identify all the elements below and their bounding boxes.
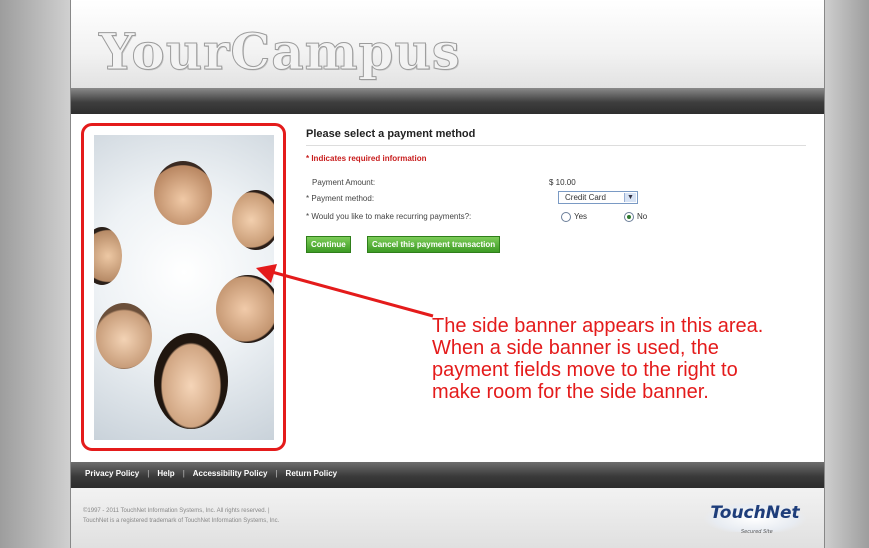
- divider: |: [182, 469, 185, 478]
- touchnet-logo: TouchNet Secured Site: [703, 502, 807, 535]
- header: YourCampus: [71, 0, 824, 88]
- student-face-4: [216, 275, 274, 343]
- continue-button[interactable]: Continue: [306, 236, 351, 253]
- page-title: Please select a payment method: [306, 128, 806, 146]
- copyright-line-2: TouchNet is a registered trademark of To…: [83, 518, 280, 524]
- divider: |: [275, 469, 278, 478]
- recurring-no-radio[interactable]: [624, 212, 634, 222]
- help-link[interactable]: Help: [157, 469, 174, 478]
- recurring-yes-radio[interactable]: [561, 212, 571, 222]
- privacy-policy-link[interactable]: Privacy Policy: [85, 469, 139, 478]
- payment-method-select[interactable]: Credit Card ▼: [558, 191, 638, 204]
- student-face-5: [96, 303, 152, 369]
- student-face-2: [232, 190, 274, 250]
- cancel-transaction-button[interactable]: Cancel this payment transaction: [367, 236, 501, 253]
- student-face-3: [94, 227, 122, 285]
- amount-label: Payment Amount:: [312, 178, 376, 187]
- return-policy-link[interactable]: Return Policy: [286, 469, 338, 478]
- recurring-yes-label: Yes: [574, 212, 588, 221]
- recurring-label: * Would you like to make recurring payme…: [306, 212, 472, 221]
- side-banner-photo: [94, 135, 274, 440]
- page-container: YourCampus Please select a payment metho…: [70, 0, 825, 548]
- right-background: [823, 0, 869, 548]
- side-banner-frame: [81, 123, 286, 451]
- accessibility-policy-link[interactable]: Accessibility Policy: [193, 469, 268, 478]
- copyright-line-1: ©1997 - 2011 TouchNet Information System…: [83, 508, 270, 514]
- recurring-no-label: No: [637, 212, 648, 221]
- payment-method-label: * Payment method:: [306, 194, 375, 203]
- top-nav-bar: [71, 88, 824, 114]
- payment-form: Please select a payment method * Indicat…: [306, 128, 806, 253]
- footer: ©1997 - 2011 TouchNet Information System…: [71, 488, 824, 548]
- amount-value: $ 10.00: [549, 178, 576, 187]
- student-face-1: [154, 161, 212, 225]
- divider: |: [147, 469, 150, 478]
- required-note: * Indicates required information: [306, 154, 427, 163]
- payment-method-value: Credit Card: [565, 193, 606, 202]
- touchnet-logo-text: TouchNet: [710, 503, 800, 523]
- yourcampus-logo: YourCampus: [99, 22, 461, 82]
- chevron-down-icon[interactable]: ▼: [624, 193, 636, 202]
- footer-links: Privacy Policy | Help | Accessibility Policy…: [85, 469, 337, 478]
- annotation-text: The side banner appears in this area. Wh…: [432, 315, 764, 403]
- copyright-text: ©1997 - 2011 TouchNet Information System…: [83, 506, 279, 526]
- student-face-6: [154, 333, 228, 429]
- left-background: [0, 0, 70, 548]
- secured-site-text: Secured Site: [741, 529, 773, 535]
- footer-nav-bar: Privacy Policy | Help | Accessibility Policy…: [71, 462, 824, 488]
